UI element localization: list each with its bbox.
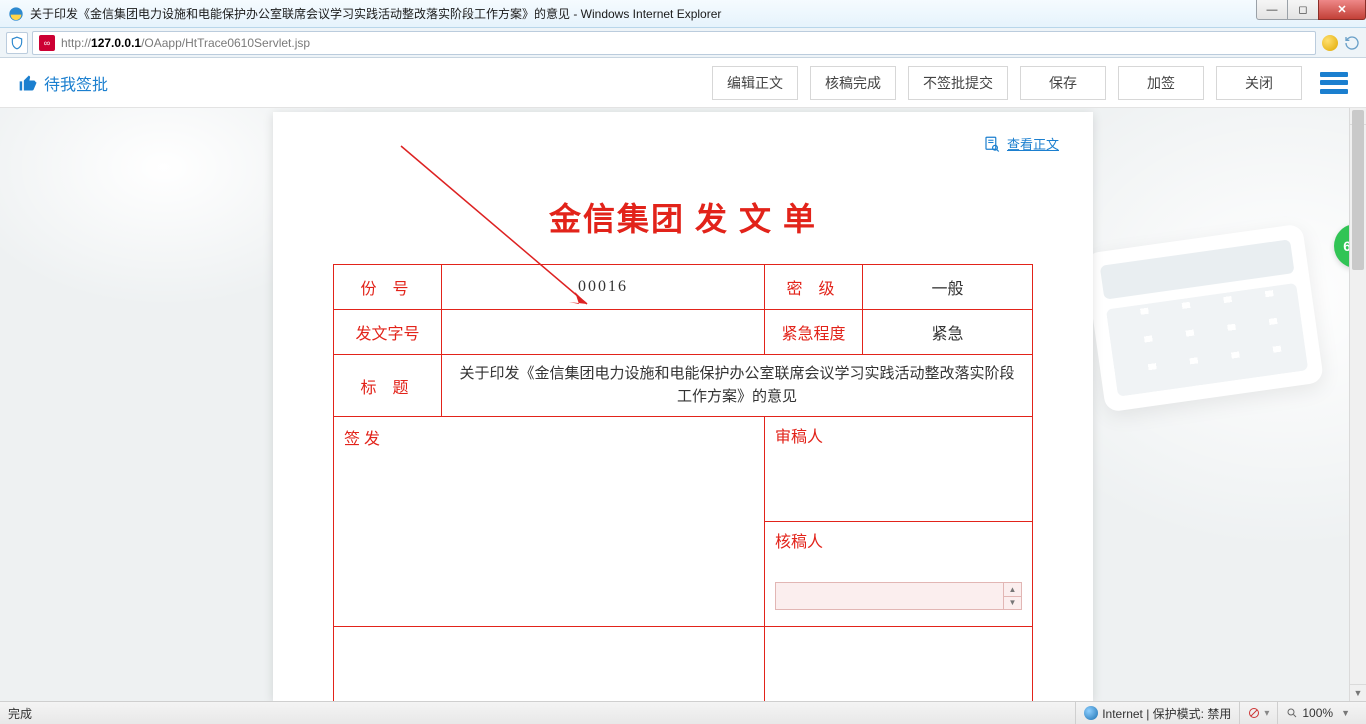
favicon-icon: ∞ (39, 35, 55, 51)
copy-no-label: 份 号 (334, 265, 442, 310)
extra-cell-right (765, 627, 1033, 702)
status-zone: Internet | 保护模式: 禁用 (1075, 702, 1239, 724)
content-viewport: 60 查看正文 金信集团 发 文 单 份 号 00016 密 级 一般 发文字号 (0, 108, 1366, 701)
save-button[interactable]: 保存 (1020, 66, 1106, 100)
countersign-button[interactable]: 加签 (1118, 66, 1204, 100)
reviewer-label: 审稿人 (775, 429, 823, 446)
subject-label: 标 题 (334, 355, 442, 417)
view-body-label: 查看正文 (1007, 134, 1059, 153)
refresh-icon[interactable] (1344, 35, 1360, 51)
status-bar: 完成 Internet | 保护模式: 禁用 ▾ 100% ▼ (0, 701, 1366, 724)
subject-value: 关于印发《金信集团电力设施和电能保护办公室联席会议学习实践活动整改落实阶段工作方… (442, 355, 1033, 417)
minimize-button[interactable]: — (1256, 0, 1288, 20)
secret-label: 密 级 (765, 265, 863, 310)
edit-body-button[interactable]: 编辑正文 (712, 66, 798, 100)
status-protected-icon[interactable]: ▾ (1239, 702, 1277, 724)
hamburger-menu-icon[interactable] (1320, 69, 1348, 97)
maximize-button[interactable]: ◻ (1287, 0, 1319, 20)
breadcrumb-label: 待我签批 (44, 71, 108, 95)
review-done-button[interactable]: 核稿完成 (810, 66, 896, 100)
secret-value: 一般 (863, 265, 1033, 310)
checker-input[interactable]: ▲▼ (775, 582, 1022, 610)
urgency-value: 紧急 (863, 310, 1033, 355)
scroll-thumb[interactable] (1352, 110, 1364, 270)
extra-cell-left (334, 627, 765, 702)
dispatch-form: 份 号 00016 密 级 一般 发文字号 紧急程度 紧急 标 题 关于印发《金… (333, 264, 1033, 701)
document-search-icon (983, 135, 1001, 153)
copy-no-value: 00016 (442, 265, 765, 310)
sign-label: 签 发 (344, 431, 380, 448)
close-button[interactable]: ✕ (1318, 0, 1366, 20)
checker-cell: 核稿人 ▲▼ (765, 522, 1032, 626)
vertical-scrollbar[interactable]: ▲ ▼ (1349, 108, 1366, 701)
reviewer-cell[interactable]: 审稿人 (765, 417, 1032, 522)
document-paper: 查看正文 金信集团 发 文 单 份 号 00016 密 级 一般 发文字号 紧急… (273, 112, 1093, 701)
url-text: http://127.0.0.1/OAapp/HtTrace0610Servle… (61, 36, 310, 50)
app-toolbar: 待我签批 编辑正文 核稿完成 不签批提交 保存 加签 关闭 (0, 58, 1366, 108)
status-zone-text: Internet | 保护模式: 禁用 (1102, 705, 1231, 722)
stepper-icon[interactable]: ▲▼ (1003, 583, 1021, 609)
window-title: 关于印发《金信集团电力设施和电能保护办公室联席会议学习实践活动整改落实阶段工作方… (30, 5, 721, 22)
window-controls: — ◻ ✕ (1257, 0, 1366, 22)
reject-submit-button[interactable]: 不签批提交 (908, 66, 1008, 100)
docno-value[interactable] (442, 310, 765, 355)
close-page-button[interactable]: 关闭 (1216, 66, 1302, 100)
document-title: 金信集团 发 文 单 (333, 194, 1033, 240)
view-body-link[interactable]: 查看正文 (983, 134, 1059, 153)
thumb-icon (18, 73, 38, 93)
address-bar: ∞ http://127.0.0.1/OAapp/HtTrace0610Serv… (0, 28, 1366, 58)
checker-label: 核稿人 (775, 534, 823, 551)
compat-view-icon[interactable] (1322, 35, 1338, 51)
docno-label: 发文字号 (334, 310, 442, 355)
breadcrumb: 待我签批 (18, 71, 108, 95)
scroll-down-icon[interactable]: ▼ (1350, 684, 1366, 701)
calculator-decor (1084, 223, 1324, 412)
security-shield-icon[interactable] (6, 32, 28, 54)
url-box[interactable]: ∞ http://127.0.0.1/OAapp/HtTrace0610Serv… (32, 31, 1316, 55)
sign-cell[interactable]: 签 发 (334, 417, 765, 627)
window-title-bar: 关于印发《金信集团电力设施和电能保护办公室联席会议学习实践活动整改落实阶段工作方… (0, 0, 1366, 28)
ie-icon (8, 6, 24, 22)
zoom-control[interactable]: 100% ▼ (1277, 702, 1358, 724)
zoom-value: 100% (1302, 706, 1333, 720)
zoom-icon (1286, 707, 1298, 719)
urgency-label: 紧急程度 (765, 310, 863, 355)
globe-icon (1084, 706, 1098, 720)
status-left: 完成 (8, 705, 1075, 722)
